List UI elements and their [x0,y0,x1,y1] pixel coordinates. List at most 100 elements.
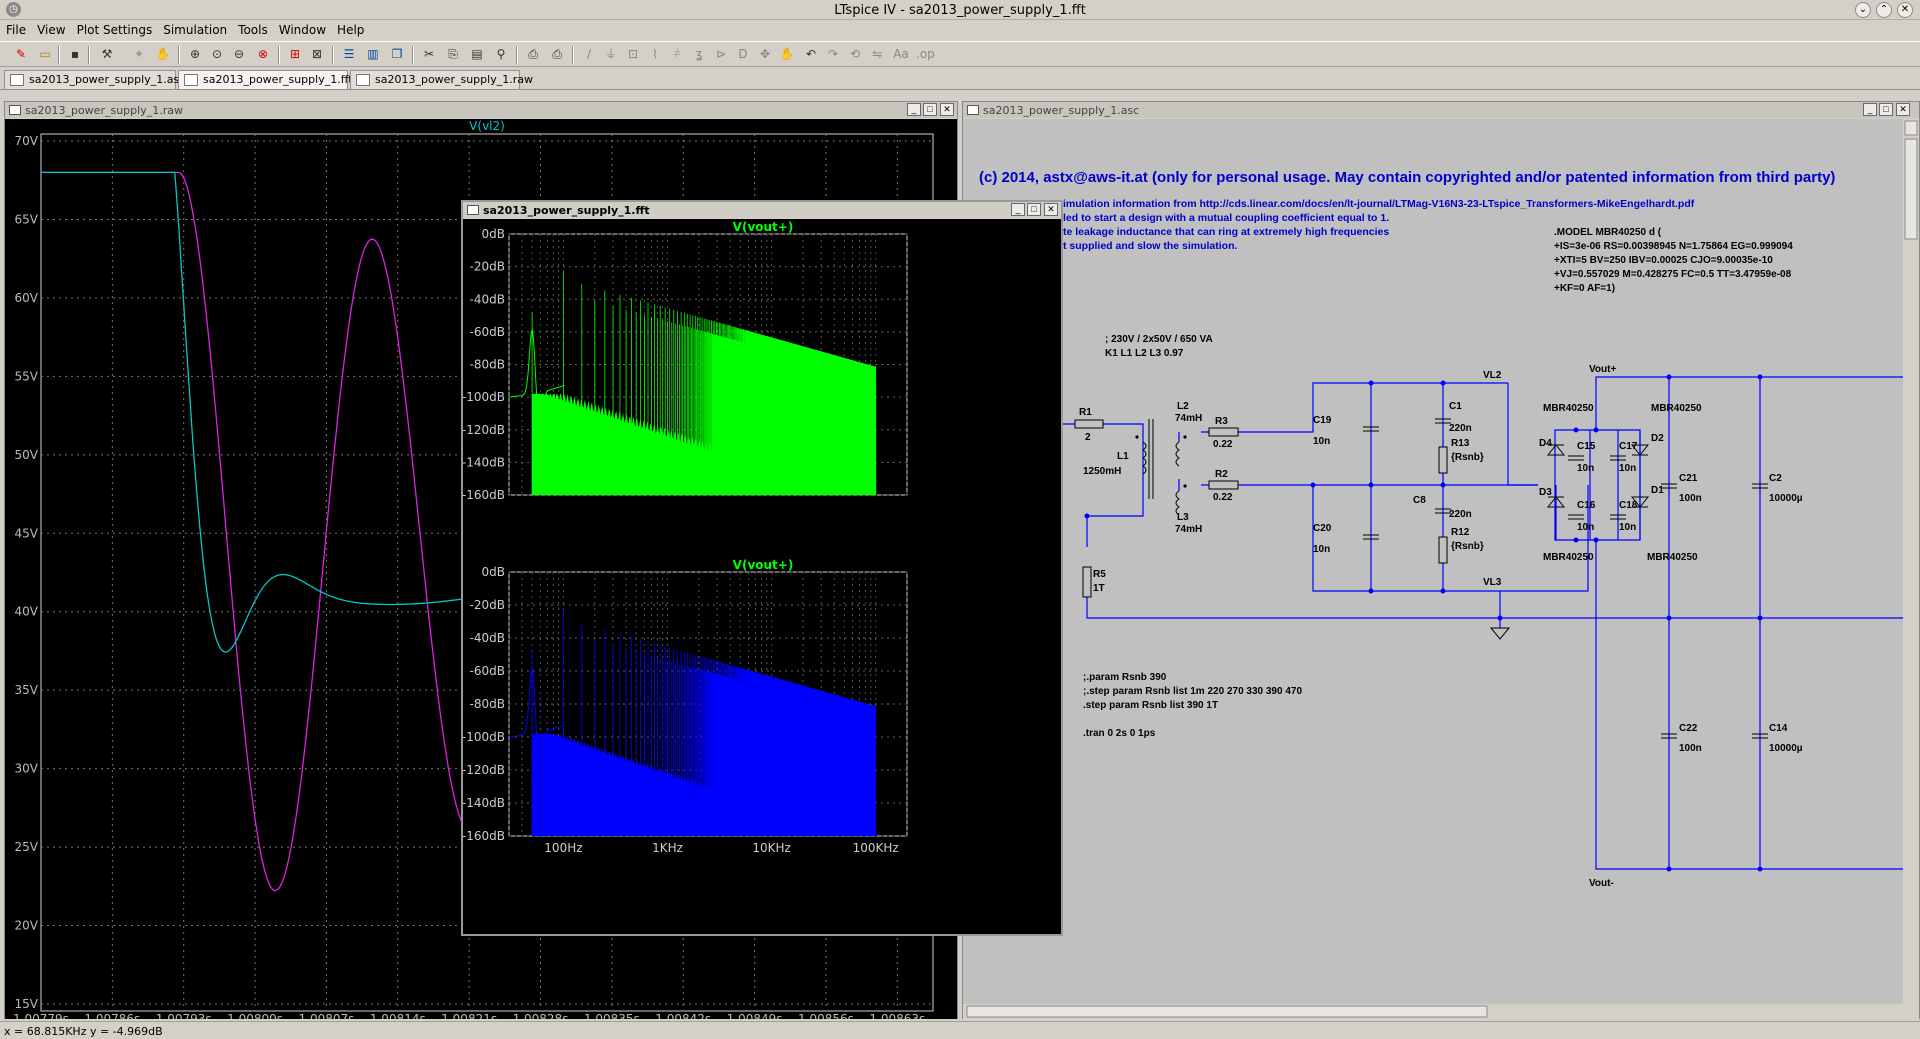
model-line-5: +KF=0 AF=1) [1554,283,1615,294]
run-icon[interactable]: ✦ [130,45,148,63]
directive-3[interactable]: .step param Rsnb list 390 1T [1083,700,1218,711]
zoom-in-icon[interactable]: ⊕ [186,45,204,63]
capacitor-icon[interactable]: ⫩ [668,45,686,63]
diode-icon[interactable]: ⊳ [712,45,730,63]
print-icon[interactable]: ⎙ [548,45,566,63]
autorange-icon[interactable]: ⊞ [286,45,304,63]
menu-window[interactable]: Window [273,20,331,37]
drag-icon[interactable]: ✋ [778,45,796,63]
menu-tools[interactable]: Tools [232,20,273,37]
fft-window-caption[interactable]: sa2013_power_supply_1.fft [463,202,1061,218]
note-line-3: te leakage inductance that can ring at e… [1063,226,1389,238]
open-icon[interactable]: ▭ [36,45,54,63]
raw-minimize-button[interactable]: _ [907,103,921,116]
label-l1: L1 [1117,451,1129,462]
label-r3: R3 [1215,416,1228,427]
raw-x-tick-label: 1.00821s [441,1012,497,1019]
close-button[interactable]: ✕ [1897,2,1913,18]
asc-window-caption[interactable]: sa2013_power_supply_1.asc [963,102,1919,118]
copy-icon[interactable]: ⎘ [444,45,462,63]
mirror-icon[interactable]: ⇋ [868,45,886,63]
schematic-canvas[interactable]: (c) 2014, astx@aws-it.at (only for perso… [963,119,1919,1019]
paste-icon[interactable]: ▤ [468,45,486,63]
menu-view[interactable]: View [31,20,70,37]
move-icon[interactable]: ✥ [756,45,774,63]
fft-plot[interactable]: 0dB -20dB -40dB -60dB -80dB -100dB -120dB -140d… [463,219,1061,934]
menu-file[interactable]: File [0,20,31,37]
tab-raw[interactable]: sa2013_power_supply_1.raw [350,70,533,89]
schematic-icon [967,105,979,115]
asc-minimize-button[interactable]: _ [1863,103,1877,116]
fft-y-tick-label: -60dB [470,664,505,678]
fft-close-button[interactable]: ✕ [1044,203,1058,216]
value-c2: 10000µ [1769,493,1803,504]
zoom-pan-icon[interactable]: ⊙ [208,45,226,63]
raw-window-caption[interactable]: sa2013_power_supply_1.raw [5,102,957,118]
menu-plot-settings[interactable]: Plot Settings [71,20,158,37]
text-icon[interactable]: Aa [892,45,910,63]
asc-close-button[interactable]: ✕ [1896,103,1910,116]
fft-y-tick-label: -140dB [463,455,505,469]
zoom-fit-icon[interactable]: ⊗ [254,45,272,63]
asc-maximize-button[interactable]: □ [1879,103,1893,116]
directive-1[interactable]: ;.param Rsnb 390 [1083,672,1167,683]
raw-trace-label[interactable]: V(vl2) [469,119,505,133]
minimize-button[interactable]: ⌄ [1855,2,1871,18]
maximize-button[interactable]: ⌃ [1876,2,1892,18]
inductor-icon[interactable]: ʓ [690,45,708,63]
undo-icon[interactable]: ↶ [802,45,820,63]
fft-top-trace-label[interactable]: V(vout+) [733,220,794,234]
resistor-icon[interactable]: ⌇ [646,45,664,63]
fft-x-tick-label: 1KHz [652,841,683,855]
ltspice-app: ◷ LTspice IV - sa2013_power_supply_1.fft… [0,0,1920,1039]
spice-directive-icon[interactable]: .op [916,45,935,63]
vertical-scroll-thumb[interactable] [1904,138,1918,240]
directive-4[interactable]: .tran 0 2s 0 1ps [1083,728,1156,739]
component-icon[interactable]: D [734,45,752,63]
tab-asc[interactable]: sa2013_power_supply_1.asc [4,70,185,89]
cursor-readout: x = 68.815KHz y = -4.969dB [4,1025,163,1038]
pick-traces-icon[interactable]: ⊠ [308,45,326,63]
raw-maximize-button[interactable]: □ [923,103,937,116]
fft-window: sa2013_power_supply_1.fft _ □ ✕ 0dB -20dB… [461,200,1063,936]
horizontal-scroll-thumb[interactable] [966,1005,1488,1018]
redo-icon[interactable]: ↷ [824,45,842,63]
raw-x-tick-label: 1.00863s [869,1012,925,1019]
zoom-out-icon[interactable]: ⊖ [230,45,248,63]
waveform-icon [9,105,21,115]
control-panel-icon[interactable]: ⚒ [98,45,116,63]
tab-fft[interactable]: sa2013_power_supply_1.fft [178,70,353,89]
raw-x-tick-label: 1.00786s [84,1012,140,1019]
fft-bottom-trace-label[interactable]: V(vout+) [733,558,794,572]
ground-icon[interactable]: ⏚ [602,45,620,63]
schematic-icon [10,74,24,86]
new-schematic-icon[interactable]: ✎ [12,45,30,63]
halt-icon[interactable]: ✋ [154,45,172,63]
rotate-icon[interactable]: ⟲ [846,45,864,63]
raw-x-tick-label: 1.00856s [798,1012,854,1019]
fft-y-tick-label: -120dB [463,763,505,777]
directive-2[interactable]: ;.step param Rsnb list 1m 220 270 330 39… [1083,686,1302,697]
raw-close-button[interactable]: ✕ [940,103,954,116]
fft-y-tick-label: 0dB [482,227,505,241]
label-net-icon[interactable]: ⊡ [624,45,642,63]
menu-simulation[interactable]: Simulation [157,20,232,37]
value-c18: 10n [1619,522,1636,533]
print-setup-icon[interactable]: ⎙ [524,45,542,63]
cut-icon[interactable]: ✂ [420,45,438,63]
value-l1: 1250mH [1083,466,1121,477]
tile-horizontal-icon[interactable]: ☰ [340,45,358,63]
fft-maximize-button[interactable]: □ [1027,203,1041,216]
tile-vertical-icon[interactable]: ▥ [364,45,382,63]
wire-icon[interactable]: ∕ [580,45,598,63]
model-line-2: +IS=3e-06 RS=0.00398945 N=1.75864 EG=0.9… [1554,241,1793,252]
cascade-icon[interactable]: ❐ [388,45,406,63]
save-icon[interactable]: ▪ [66,45,84,63]
fft-minimize-button[interactable]: _ [1011,203,1025,216]
value-c20: 10n [1313,544,1330,555]
fft-y-tick-label: -20dB [470,260,505,274]
find-icon[interactable]: ⚲ [492,45,510,63]
transformer-comment-2: K1 L1 L2 L3 0.97 [1105,348,1184,359]
vertical-scrollbar[interactable] [1903,119,1919,1019]
menu-help[interactable]: Help [331,20,369,37]
